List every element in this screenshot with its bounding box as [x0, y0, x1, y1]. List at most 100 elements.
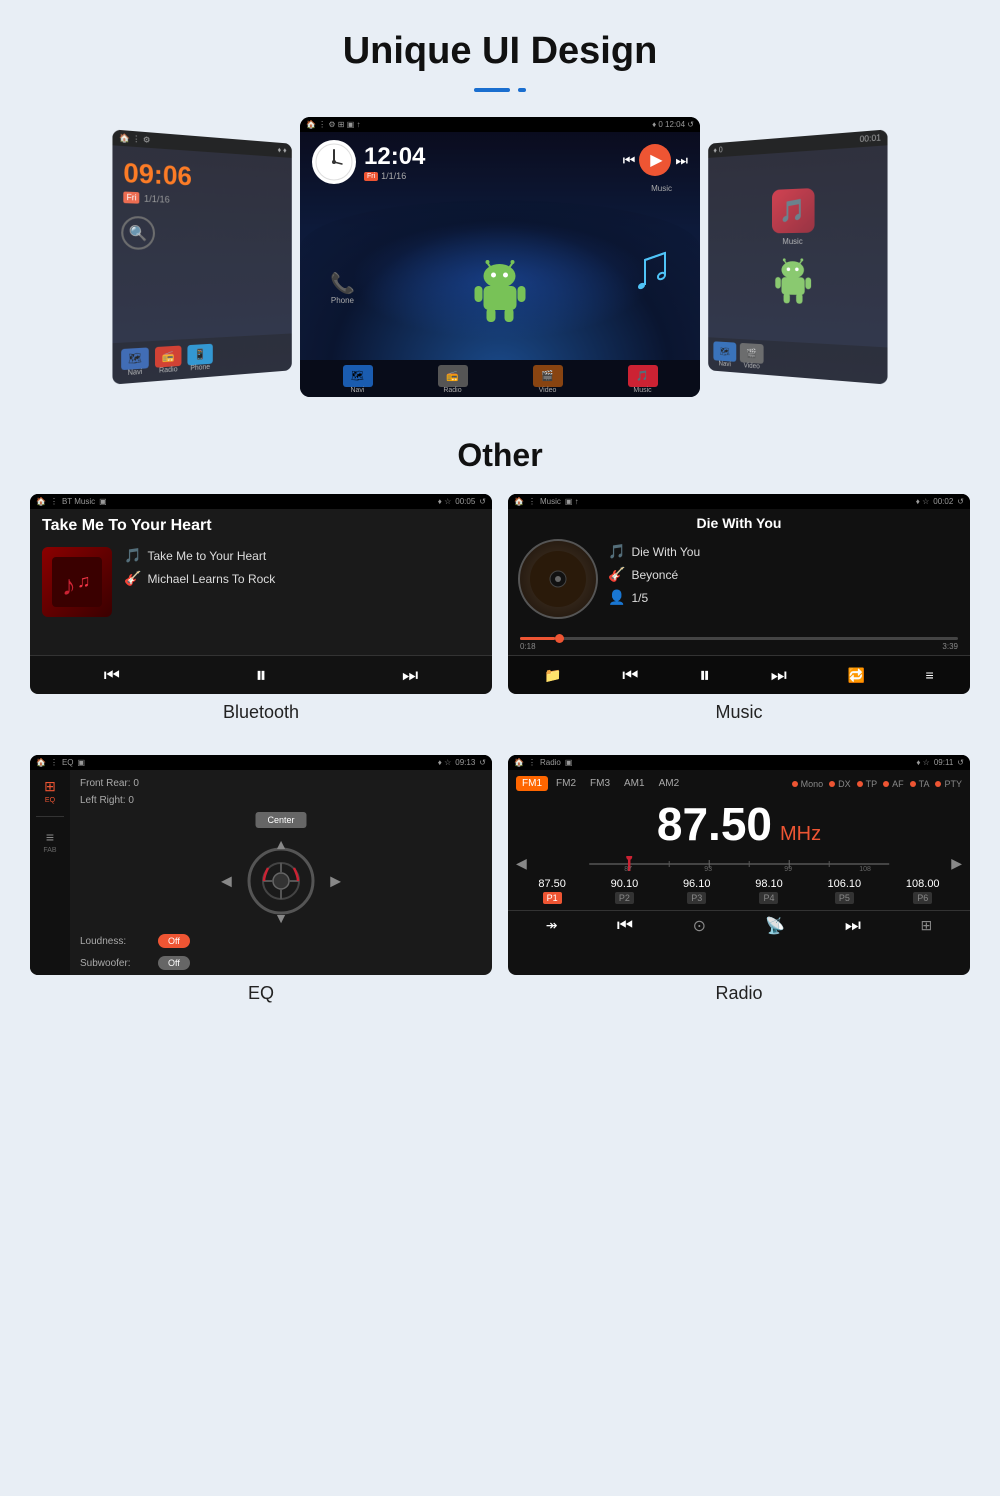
radio-tab-fm1[interactable]: FM1	[516, 776, 548, 791]
music-time-total: 3:39	[942, 642, 958, 651]
radio-tab-fm3[interactable]: FM3	[584, 776, 616, 791]
triptych-container: 🏠 ⋮ ⚙ ♦ ♦ 09:06 Fri 1/1/16 🔍 🗺 Navi	[0, 107, 1000, 417]
fab-icon: ≡	[46, 829, 54, 845]
music-pause-btn[interactable]: ⏸	[699, 662, 710, 688]
bluetooth-screen: 🏠⋮ BT Music ▣ ♦ ☆ 00:05 ↺ Take Me To You…	[30, 494, 492, 694]
eq-front-rear-label: Front Rear: 0	[80, 778, 150, 789]
radio-status-right: 09:11	[934, 758, 953, 767]
radio-preset-p4[interactable]: 98.10 P4	[755, 878, 783, 904]
music-note-icon	[630, 245, 670, 295]
music-next-btn[interactable]: ⏭	[771, 665, 787, 686]
radio-card: 🏠⋮ Radio ▣ ♦ ☆ 09:11 ↺ FM1 FM2 FM3 AM1	[508, 755, 970, 1020]
radio-tuner: ◀	[508, 853, 970, 874]
eq-sidebar: ⊞ EQ ≡ FAB	[30, 770, 70, 975]
music-title: Die With You	[508, 509, 970, 533]
radio-frequency: 87.50	[657, 797, 772, 851]
eq-arrow-up[interactable]: ▲	[274, 836, 288, 852]
radio-tab-am1[interactable]: AM1	[618, 776, 651, 791]
radio-tuner-scale: 87 93 99 108	[531, 856, 947, 872]
svg-text:87: 87	[624, 866, 632, 872]
radio-antenna-btn[interactable]: 📡	[765, 916, 785, 936]
eq-arrow-right[interactable]: ▶	[330, 873, 341, 890]
radio-preset-p3[interactable]: 96.10 P3	[683, 878, 711, 904]
bt-artist: Michael Learns To Rock	[147, 572, 275, 586]
title-underline	[474, 79, 526, 97]
music-list-btn[interactable]: ≡	[925, 667, 933, 683]
radio-tune-left-btn[interactable]: ◀	[516, 855, 527, 872]
radio-list-btn[interactable]: ⊞	[920, 917, 932, 934]
radio-label: Radio	[508, 975, 970, 1020]
eq-front-rear-row: Front Rear: 0	[80, 778, 482, 789]
radio-unit: MHz	[780, 823, 821, 846]
music-album-art	[518, 539, 598, 619]
left-date: 1/1/16	[144, 193, 170, 204]
center-date: 1/1/16	[381, 171, 406, 181]
bt-status-bar: 🏠⋮ BT Music ▣ ♦ ☆ 00:05 ↺	[30, 494, 492, 509]
music-controls: 📁 ⏮ ⏸ ⏭ 🔁 ≡	[508, 655, 970, 694]
eq-loudness-toggle[interactable]: Off	[158, 934, 190, 948]
radio-next-btn[interactable]: ⏭	[845, 915, 861, 936]
steering-wheel-icon	[246, 846, 316, 916]
radio-opt-mono: Mono	[792, 779, 824, 789]
eq-card: 🏠⋮ EQ ▣ ♦ ☆ 09:13 ↺ ⊞ EQ	[30, 755, 492, 1020]
center-panel: 🏠 ⋮ ⚙ ⊞ ▣ ↑ ♦ 0 12:04 ↺	[300, 117, 700, 397]
music-repeat-btn[interactable]: 🔁	[847, 667, 864, 684]
bt-next-btn[interactable]: ⏭	[402, 665, 418, 686]
center-time: 12:04	[364, 143, 425, 171]
eq-sidebar-eq[interactable]: ⊞ EQ	[44, 778, 56, 804]
radio-prev-btn[interactable]: ⏮	[617, 915, 633, 936]
svg-text:99: 99	[784, 866, 792, 872]
radio-opt-pty: PTY	[935, 779, 962, 789]
radio-presets: 87.50 P1 90.10 P2 96.10 P3 98.10 P4	[508, 874, 970, 908]
radio-tabs: FM1 FM2 FM3 AM1 AM2 Mono DX	[508, 770, 970, 795]
left-panel: 🏠 ⋮ ⚙ ♦ ♦ 09:06 Fri 1/1/16 🔍 🗺 Navi	[112, 129, 291, 384]
bt-prev-btn[interactable]: ⏮	[104, 665, 120, 686]
music-track-info: 🎵 Die With You 🎸 Beyoncé 👤 1/5	[608, 539, 700, 606]
radio-status-left: Radio	[540, 758, 561, 767]
radio-tab-am2[interactable]: AM2	[653, 776, 686, 791]
music-folder-btn[interactable]: 📁	[544, 667, 561, 684]
radio-opt-af: AF	[883, 779, 904, 789]
bt-status-left: BT Music	[62, 497, 95, 506]
radio-preset-p5[interactable]: 106.10 P5	[828, 878, 862, 904]
center-status-mid: ♦ 0 12:04 ↺	[652, 120, 694, 129]
radio-tab-fm2[interactable]: FM2	[550, 776, 582, 791]
music-status-left: Music	[540, 497, 561, 506]
eq-subwoofer-toggle[interactable]: Off	[158, 956, 190, 970]
radio-preset-p1[interactable]: 87.50 P1	[538, 878, 566, 904]
android-robot-icon	[473, 260, 528, 325]
unique-ui-section: Unique UI Design	[0, 0, 1000, 107]
eq-content: Front Rear: 0 Left Right: 0 Center	[70, 770, 492, 975]
music-card: 🏠⋮ Music ▣ ↑ ♦ ☆ 00:02 ↺ Die With You	[508, 494, 970, 739]
radio-opt-dx: DX	[829, 779, 851, 789]
radio-preset-p2[interactable]: 90.10 P2	[611, 878, 639, 904]
center-date-badge: Fri	[364, 172, 378, 181]
music-status-bar: 🏠⋮ Music ▣ ↑ ♦ ☆ 00:02 ↺	[508, 494, 970, 509]
center-status-left: 🏠 ⋮ ⚙ ⊞ ▣ ↑	[306, 120, 361, 129]
eq-left-right-label: Left Right: 0	[80, 795, 150, 806]
eq-status-right: 09:13	[455, 758, 475, 767]
eq-label: EQ	[30, 975, 492, 1020]
music-prev-btn[interactable]: ⏮	[622, 665, 638, 686]
radio-preset-p6[interactable]: 108.00 P6	[906, 878, 940, 904]
bt-title: Take Me To Your Heart	[30, 509, 492, 539]
bt-track-info: 🎵 Take Me to Your Heart 🎸 Michael Learns…	[124, 547, 275, 587]
eq-arrow-left[interactable]: ◀	[221, 873, 232, 890]
other-title: Other	[0, 437, 1000, 474]
radio-home-btn[interactable]: ⊙	[693, 916, 706, 936]
radio-opt-tp: TP	[857, 779, 878, 789]
eq-icon: ⊞	[44, 778, 56, 795]
center-status-bar: 🏠 ⋮ ⚙ ⊞ ▣ ↑ ♦ 0 12:04 ↺	[300, 117, 700, 132]
radio-forward-btn[interactable]: ↠	[546, 917, 558, 934]
eq-center-btn[interactable]: Center	[255, 812, 306, 828]
music-track-num: 1/5	[631, 591, 648, 605]
music-status-right: 00:02	[933, 497, 953, 506]
eq-sidebar-fab[interactable]: ≡ FAB	[43, 829, 56, 854]
bt-pause-btn[interactable]: ⏸	[255, 662, 266, 688]
left-time: 09:06	[123, 157, 283, 197]
svg-text:♪: ♪	[62, 570, 76, 601]
left-date-badge: Fri	[123, 192, 139, 204]
radio-tune-right-btn[interactable]: ▶	[951, 855, 962, 872]
music-time-current: 0:18	[520, 642, 536, 651]
eq-arrow-down[interactable]: ▼	[274, 910, 288, 926]
